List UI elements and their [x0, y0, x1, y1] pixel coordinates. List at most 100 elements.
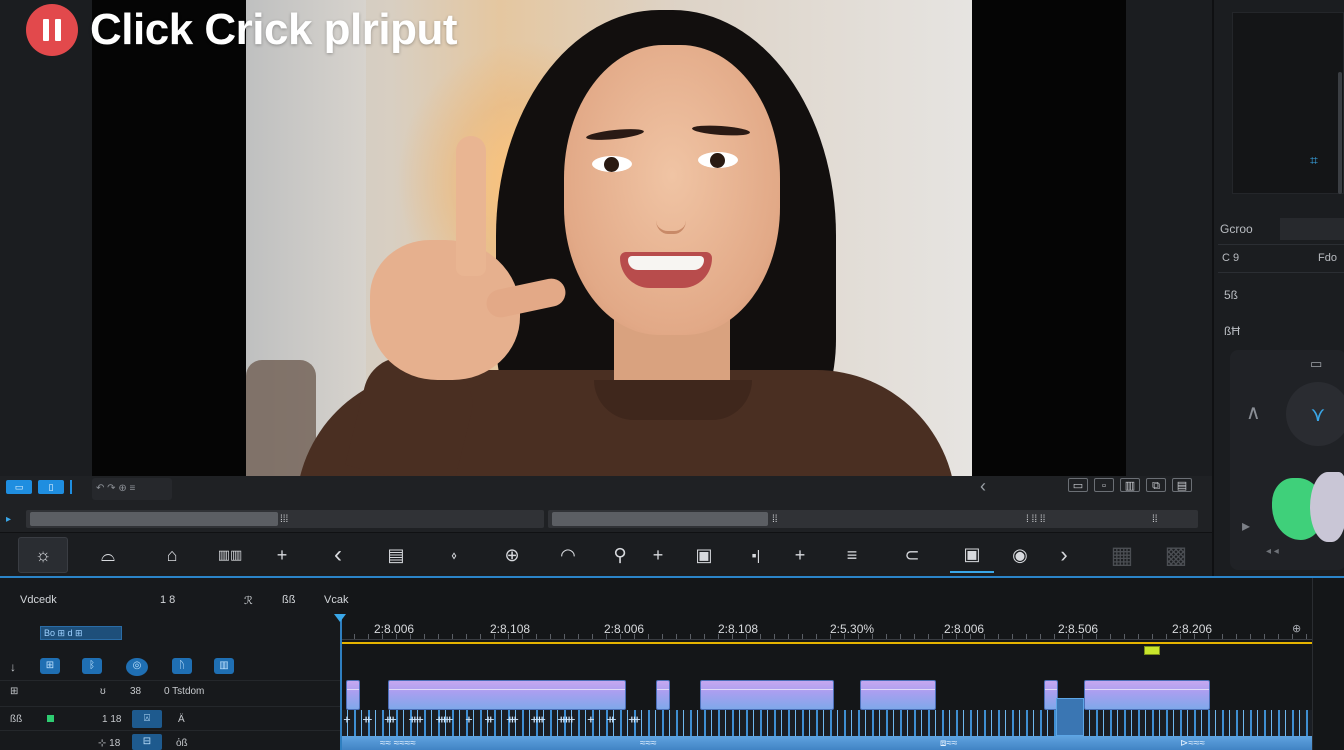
video-clip[interactable] [388, 680, 626, 710]
timeline-tracks[interactable]: 2:8.006 2:8.108 2:8.006 2:8.108 2:5.30% … [334, 578, 1344, 750]
row2-label: Ä [178, 714, 185, 725]
slip-tool-icon[interactable]: ▥▥ [210, 537, 250, 573]
timeline-marker[interactable] [1144, 646, 1160, 655]
add-marker-icon[interactable]: + [782, 537, 818, 573]
transport-separator [70, 480, 72, 494]
track-toggle-icon[interactable]: ⊞ [40, 658, 60, 674]
link-tool-icon[interactable]: ⚲ [602, 537, 638, 573]
subject-nose [656, 200, 686, 234]
row1-name: 0 Tstdom [164, 686, 205, 697]
color-swatch-gray[interactable] [1310, 472, 1344, 542]
video-clip[interactable] [700, 680, 834, 710]
next-tool-icon[interactable]: › [1046, 537, 1082, 573]
row2-value: 1 18 [102, 714, 122, 725]
video-clip[interactable] [860, 680, 936, 710]
chevron-left-icon[interactable]: ‹ [980, 476, 986, 497]
row-divider [0, 680, 340, 681]
undo-redo-controls[interactable]: ↶ ↷ ⊕ ≡ [92, 478, 172, 500]
audio-label-2: ≈≈≈ [640, 738, 657, 749]
export-tool-icon[interactable]: ▩ [1156, 537, 1196, 573]
video-frame[interactable] [246, 0, 972, 476]
columns-icon[interactable]: ▥ [1120, 478, 1140, 492]
play-mini-icon[interactable]: ▸ [6, 514, 11, 525]
zoom-icon[interactable]: ⊕ [1292, 622, 1301, 635]
panel-top-icon[interactable]: ▭ [1310, 356, 1322, 372]
work-area-bar[interactable] [340, 642, 1312, 644]
track-enabled-indicator[interactable] [47, 715, 54, 722]
playhead[interactable] [340, 618, 342, 750]
panel-label-1: Gcroo [1220, 222, 1253, 236]
razor-tool-icon[interactable]: ⌂ [154, 537, 190, 573]
view-mode-button-b[interactable]: ▯ [38, 480, 64, 494]
split-tool-icon[interactable]: + [640, 537, 676, 573]
playhead-handle[interactable] [334, 614, 346, 622]
track-target-icon[interactable]: ◎ [126, 658, 148, 676]
record-tool-icon[interactable]: ◉ [1002, 537, 1038, 573]
panel-label-2: C 9 [1222, 252, 1240, 264]
effects-tool-icon[interactable]: ▦ [1102, 537, 1142, 573]
waveform-glyphs: ᚐ ᚑ ᚒ ᚓ ᚔ ᚐ ᚑ ᚒ ᚓ ᚔ ᚐ ᚑ ᚒ [344, 712, 643, 726]
text-tool-icon[interactable]: ▤ [378, 537, 414, 573]
scrubber-label-4: ⁞⁞ [1152, 514, 1158, 525]
ruler-label-1: 2:8.006 [374, 622, 415, 636]
audio-track[interactable] [340, 736, 1312, 750]
crop-tool-icon[interactable]: ◠ [550, 537, 586, 573]
video-clip[interactable] [346, 680, 360, 710]
caption-tool-icon[interactable]: ▣ [950, 537, 994, 573]
ruler-label-7: 2:8.506 [1058, 622, 1099, 636]
video-clip[interactable] [656, 680, 670, 710]
row2-button[interactable]: ⍓ [132, 710, 162, 728]
square-icon[interactable]: ▫ [1094, 478, 1114, 492]
panel-input-field[interactable] [1280, 218, 1344, 240]
track-tag[interactable]: Bo ⊞ d ⊞ [40, 626, 122, 640]
pause-recording-button[interactable] [26, 4, 78, 56]
pen-tool-icon[interactable]: ⬫ [436, 537, 472, 573]
panel-scrollbar[interactable] [1338, 72, 1342, 194]
timeline-scroll-gutter [1312, 578, 1344, 750]
selected-audio-segment[interactable] [1056, 698, 1084, 736]
arrow-down-icon[interactable]: ↓ [10, 660, 16, 674]
track-sync-icon[interactable]: ᛒ [82, 658, 102, 674]
trim-tool-icon[interactable]: ⌓ [90, 537, 126, 573]
dial-knob[interactable]: ⋎ [1286, 382, 1344, 446]
video-clip[interactable] [1084, 680, 1210, 710]
row-divider [0, 706, 340, 707]
letterbox-left [92, 0, 246, 476]
row2-icon[interactable]: ßß [10, 714, 22, 725]
transition-tool-icon[interactable]: ⊂ [894, 537, 930, 573]
subject-collar [594, 380, 752, 420]
edit-toolbar: ☼ ⌓ ⌂ ▥▥ + ‹ ▤ ⬫ ⊕ ◠ ⚲ + ▣ ▪| + ≡ ⊂ ▣ ◉ … [0, 532, 1212, 576]
crop-icon[interactable]: ⌗ [1310, 152, 1326, 168]
add-tool-icon[interactable]: + [264, 537, 300, 573]
time-ruler[interactable] [340, 618, 1312, 640]
track-eye-icon[interactable]: ▥ [214, 658, 234, 674]
row1-icon[interactable]: ⊞ [10, 686, 18, 697]
play-arrow-icon[interactable]: ▸ [1242, 516, 1250, 536]
subject-eye-left [592, 156, 632, 172]
panel-label-3: Fdo [1318, 252, 1337, 264]
select-tool-icon[interactable]: ☼ [18, 537, 68, 573]
view-mode-button-a[interactable]: ▭ [6, 480, 32, 494]
scrubber-label-2: ⁞⁞ [772, 514, 778, 525]
subject-index-finger [456, 136, 486, 276]
ruler-label-8: 2:8.206 [1172, 622, 1213, 636]
align-tool-icon[interactable]: ≡ [834, 537, 870, 573]
monitor-icon[interactable]: ▭ [1068, 478, 1088, 492]
scrubber-fill-a [30, 512, 278, 526]
ripple-tool-icon[interactable]: ‹ [320, 537, 356, 573]
chevron-up-icon[interactable]: ∧ [1246, 400, 1261, 425]
stamp-tool-icon[interactable]: ▣ [686, 537, 722, 573]
copy-icon[interactable]: ⧉ [1146, 478, 1166, 492]
scrubber-label-1: ⁞⁞⁞ [280, 514, 289, 525]
track-headers: Vdcedk 1 8 ℛ ßß Vcak Bo ⊞ d ⊞ ↓ ⊞ ᛒ ◎ ᚢ … [0, 578, 348, 750]
properties-panel: ⌗ Gcroo C 9 Fdo 5ß ßĦ ▭ ∧ ⋎ ▸ ◂ ◂ [1212, 0, 1344, 576]
chevron-down-icon: ⋎ [1310, 403, 1326, 426]
audio-tool-icon[interactable]: ▪| [738, 537, 774, 573]
row3-button[interactable]: ⊟ [132, 734, 162, 750]
scrubber-label-3: ⁞ ⁞⁞ ⁞⁞ [1026, 514, 1046, 525]
zoom-tool-icon[interactable]: ⊕ [494, 537, 530, 573]
pause-icon-bar-left [43, 19, 49, 41]
layout-icon[interactable]: ▤ [1172, 478, 1192, 492]
row1-toggle[interactable]: ʊ [100, 686, 106, 697]
track-lock-icon[interactable]: ᚢ [172, 658, 192, 674]
